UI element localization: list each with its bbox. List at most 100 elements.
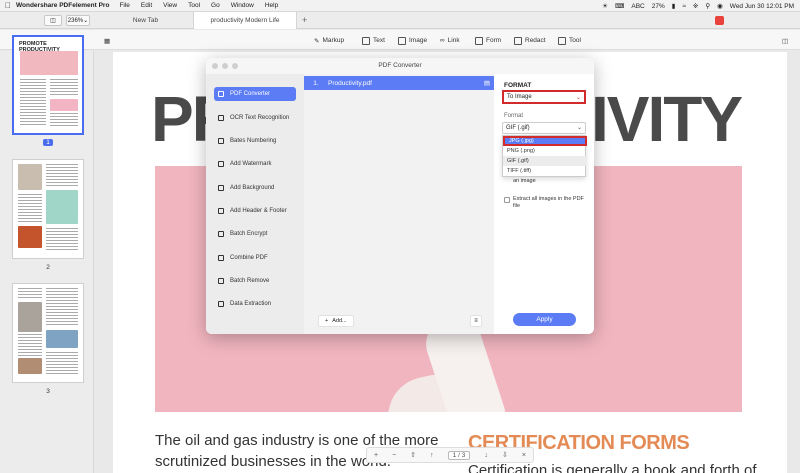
link-button[interactable]: ∞ Link	[440, 35, 460, 46]
thumb-hero	[20, 51, 78, 75]
tab-new-tab[interactable]: New Tab	[98, 12, 193, 29]
page-thumbnail-3[interactable]	[12, 283, 84, 383]
pdf-converter-dialog: PDF Converter PDF Converter OCR Text Rec…	[206, 58, 594, 334]
form-icon	[475, 36, 483, 45]
sidebar-item-extraction[interactable]: Data Extraction	[214, 297, 296, 311]
background-icon	[218, 185, 224, 191]
sidebar-item-combine[interactable]: Combine PDF	[214, 251, 296, 265]
minimize-window-icon[interactable]	[222, 63, 228, 69]
extract-checkbox-row[interactable]: Extract all images in the PDF file	[504, 196, 590, 210]
option-gif[interactable]: GIF (.gif)	[503, 156, 587, 166]
menu-tool[interactable]: Tool	[188, 2, 200, 9]
convert-to-select[interactable]: To Image ⌄	[502, 90, 586, 104]
tab-productivity[interactable]: productivity Modern Life	[193, 12, 297, 29]
chevron-down-icon: ⌄	[575, 95, 581, 101]
thumb-image	[18, 226, 42, 248]
text-button[interactable]: Text	[362, 35, 385, 46]
menu-view[interactable]: View	[163, 2, 177, 9]
sidebar-toggle-icon[interactable]: ◫	[44, 15, 62, 26]
page-thumbnail-1[interactable]: PROMOTE PRODUCTIVITY	[12, 35, 84, 135]
file-settings-icon[interactable]: ▤	[480, 79, 494, 87]
sidebar-item-pdf-converter[interactable]: PDF Converter	[214, 87, 296, 101]
page-separator: /	[458, 451, 460, 459]
add-file-button[interactable]: + Add...	[318, 315, 354, 327]
page-number-3[interactable]: 3	[43, 388, 53, 395]
apple-icon[interactable]: 	[0, 1, 16, 10]
sidebar-item-encrypt[interactable]: Batch Encrypt	[214, 227, 296, 241]
sidebar-item-background[interactable]: Add Background	[214, 181, 296, 195]
menu-bar:  Wondershare PDFelement Pro File Edit V…	[0, 0, 800, 12]
zoom-window-icon[interactable]	[232, 63, 238, 69]
panel-toggle-icon[interactable]: ◫	[782, 35, 788, 46]
tab-label: New Tab	[132, 17, 159, 24]
tab-label: productivity Modern Life	[210, 17, 280, 24]
wondershare-logo-icon[interactable]	[715, 16, 724, 25]
clock[interactable]: Wed Jun 30 12:01 PM	[730, 3, 794, 10]
sidebar-item-header-footer[interactable]: Add Header & Footer	[214, 204, 296, 218]
extract-icon	[218, 301, 224, 307]
page-number-2[interactable]: 2	[43, 264, 53, 271]
total-pages: 3	[461, 451, 466, 459]
form-button[interactable]: Form	[475, 35, 501, 46]
input-source[interactable]: ABC	[631, 3, 644, 10]
zoom-in-icon[interactable]: +	[374, 452, 378, 459]
menu-file[interactable]: File	[119, 2, 129, 9]
keyboard-icon[interactable]: ⌨	[615, 2, 624, 10]
page-number-1[interactable]: 1	[43, 139, 53, 146]
wifi-icon[interactable]: ≈	[682, 3, 686, 10]
markup-button[interactable]: ✎ Markup	[314, 35, 344, 46]
thumb-image	[18, 164, 42, 190]
new-tab-button[interactable]: +	[302, 15, 307, 25]
first-page-icon[interactable]: ⇧	[410, 451, 416, 459]
page-thumbnail-2[interactable]	[12, 159, 84, 259]
thumb-text	[46, 228, 78, 250]
brightness-icon[interactable]: ☀	[602, 2, 608, 10]
menu-help[interactable]: Help	[265, 2, 278, 9]
merge-checkbox-row[interactable]: an image	[504, 178, 590, 185]
menu-edit[interactable]: Edit	[141, 2, 152, 9]
apply-button[interactable]: Apply	[513, 313, 576, 326]
ocr-icon	[218, 115, 224, 121]
sidebar-item-watermark[interactable]: Add Watermark	[214, 157, 296, 171]
close-icon[interactable]: ×	[522, 452, 526, 459]
file-index: 1.	[313, 79, 319, 87]
image-button[interactable]: Image	[398, 35, 427, 46]
grid-view-icon[interactable]: ▦	[104, 35, 110, 46]
battery-icon[interactable]: ▮	[672, 2, 676, 10]
bluetooth-icon[interactable]: ※	[693, 2, 698, 10]
format-heading: FORMAT	[504, 82, 532, 89]
zoom-select[interactable]: 236% ⌄	[66, 15, 90, 26]
combine-icon	[218, 255, 224, 261]
menu-go[interactable]: Go	[211, 2, 220, 9]
close-window-icon[interactable]	[212, 63, 218, 69]
option-jpg[interactable]: JPG (.jpg)	[503, 136, 587, 146]
image-format-select[interactable]: GIF (.gif) ⌄	[502, 122, 586, 134]
option-png[interactable]: PNG (.png)	[503, 146, 587, 156]
checkbox[interactable]	[504, 197, 510, 203]
sidebar-item-bates[interactable]: Bates Numbering	[214, 134, 296, 148]
header-footer-icon	[218, 208, 224, 214]
sidebar-item-ocr[interactable]: OCR Text Recognition	[214, 111, 296, 125]
page-navigator: + − ⇧ ↑ 1 / 3 ↓ ⇩ ×	[366, 447, 534, 463]
sidebar-item-label: Batch Remove	[230, 278, 270, 284]
next-page-icon[interactable]: ↓	[484, 452, 488, 459]
file-row[interactable]: 1. Productivity.pdf ▤	[304, 76, 494, 90]
tool-button[interactable]: Tool	[558, 35, 581, 46]
image-icon	[398, 36, 406, 45]
control-center-icon[interactable]: ◉	[717, 2, 723, 10]
prev-page-icon[interactable]: ↑	[430, 452, 434, 459]
thumb-text	[46, 352, 78, 374]
app-name[interactable]: Wondershare PDFelement Pro	[16, 2, 109, 9]
option-tiff[interactable]: TIFF (.tiff)	[503, 166, 587, 176]
menu-window[interactable]: Window	[231, 2, 254, 9]
zoom-out-icon[interactable]: −	[392, 452, 396, 459]
last-page-icon[interactable]: ⇩	[502, 451, 508, 459]
toolbox-icon	[558, 36, 566, 45]
link-label: Link	[447, 37, 460, 44]
page-input[interactable]: 1 / 3	[447, 450, 471, 460]
thumb-text	[18, 288, 42, 300]
redact-button[interactable]: Redact	[514, 35, 546, 46]
search-icon[interactable]: ⚲	[705, 2, 710, 10]
sidebar-item-remove[interactable]: Batch Remove	[214, 274, 296, 288]
list-menu-icon[interactable]: ≡	[470, 315, 482, 327]
